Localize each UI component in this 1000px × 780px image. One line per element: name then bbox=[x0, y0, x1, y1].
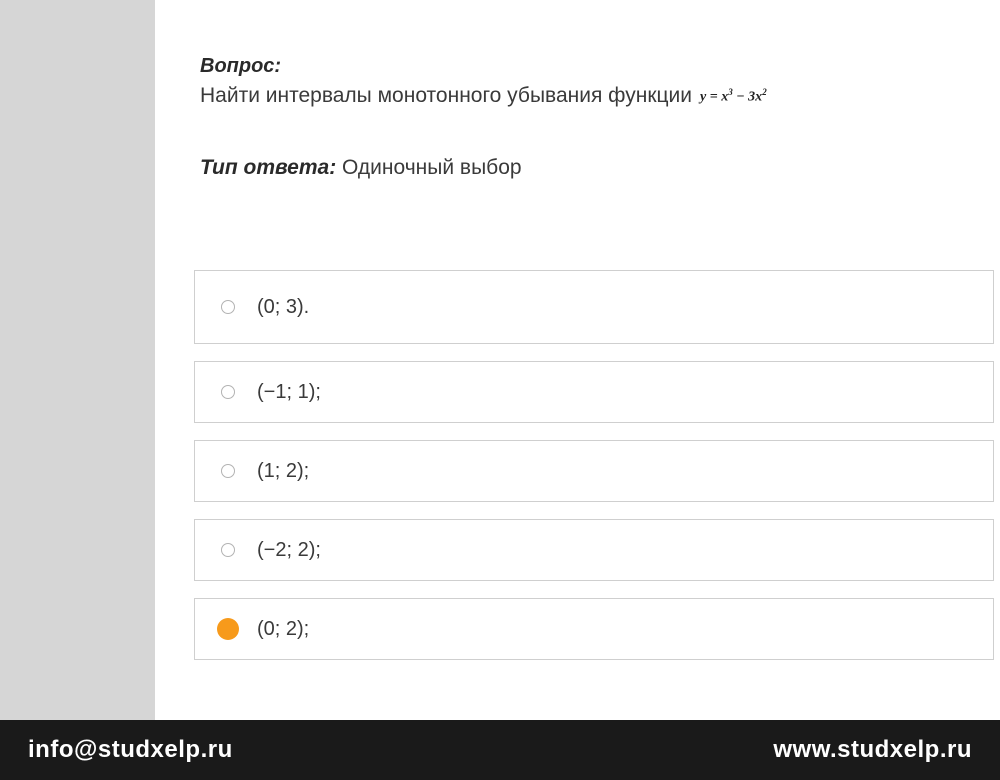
answer-type-row: Тип ответа: Одиночный выбор bbox=[200, 156, 1000, 180]
question-text: Найти интервалы монотонного убывания фун… bbox=[200, 84, 1000, 108]
options-list: (0; 3). (−1; 1); (1; 2); (−2; 2); (0; 2)… bbox=[194, 270, 1000, 660]
option-row[interactable]: (−2; 2); bbox=[194, 519, 994, 581]
radio-icon[interactable] bbox=[221, 543, 235, 557]
footer-bar: info@studxelp.ru www.studxelp.ru bbox=[0, 720, 1000, 780]
footer-email: info@studxelp.ru bbox=[28, 736, 233, 764]
question-formula: y = x3 − 3x2 bbox=[700, 87, 767, 106]
radio-selected-icon[interactable] bbox=[217, 618, 239, 640]
option-text: (0; 3). bbox=[257, 296, 309, 319]
option-row[interactable]: (1; 2); bbox=[194, 440, 994, 502]
option-text: (0; 2); bbox=[257, 618, 309, 641]
option-text: (−2; 2); bbox=[257, 539, 321, 562]
question-body: Найти интервалы монотонного убывания фун… bbox=[200, 84, 692, 108]
footer-website: www.studxelp.ru bbox=[773, 736, 972, 764]
option-text: (−1; 1); bbox=[257, 381, 321, 404]
radio-icon[interactable] bbox=[221, 385, 235, 399]
radio-icon[interactable] bbox=[221, 464, 235, 478]
radio-icon[interactable] bbox=[221, 300, 235, 314]
option-row[interactable]: (0; 3). bbox=[194, 270, 994, 344]
content-card: Вопрос: Найти интервалы монотонного убыв… bbox=[155, 0, 1000, 720]
answer-type-label: Тип ответа: bbox=[200, 156, 336, 179]
option-row[interactable]: (0; 2); bbox=[194, 598, 994, 660]
answer-type-value: Одиночный выбор bbox=[342, 156, 522, 179]
question-label: Вопрос: bbox=[200, 55, 1000, 78]
option-text: (1; 2); bbox=[257, 460, 309, 483]
option-row[interactable]: (−1; 1); bbox=[194, 361, 994, 423]
